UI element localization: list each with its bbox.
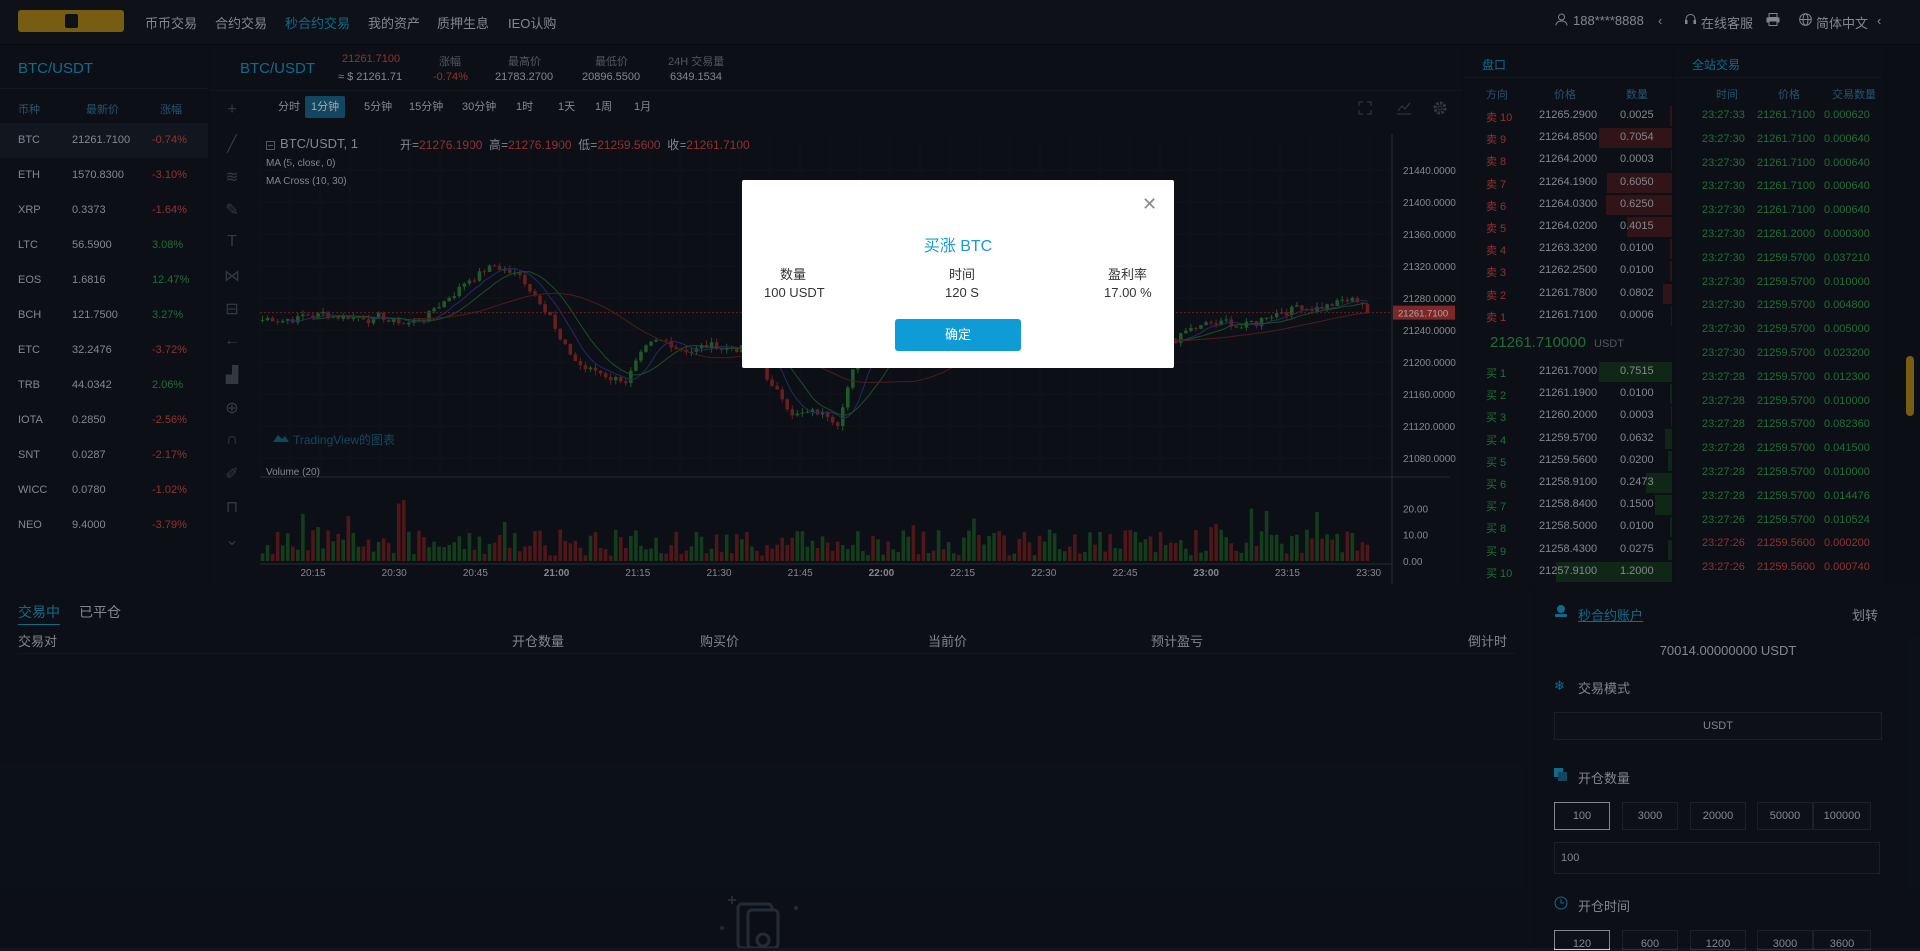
close-icon[interactable]: ✕ [1142, 194, 1157, 215]
rate-label: 盈利率 [1108, 267, 1148, 282]
modal-overlay[interactable] [0, 0, 1920, 948]
dialog-title: 买涨 BTC [923, 238, 993, 255]
qty-label: 数量 [780, 267, 807, 282]
time-value: 120 S [945, 285, 979, 300]
rate-value: 17.00 % [1104, 285, 1152, 300]
qty-value: 100 USDT [764, 285, 825, 300]
confirm-dialog: ✕ 买涨 BTC 数量 100 USDT 时间 120 S 盈利率 17.00 … [742, 180, 1174, 368]
confirm-button[interactable]: 确定 [895, 319, 1021, 351]
time-label: 时间 [949, 267, 976, 282]
